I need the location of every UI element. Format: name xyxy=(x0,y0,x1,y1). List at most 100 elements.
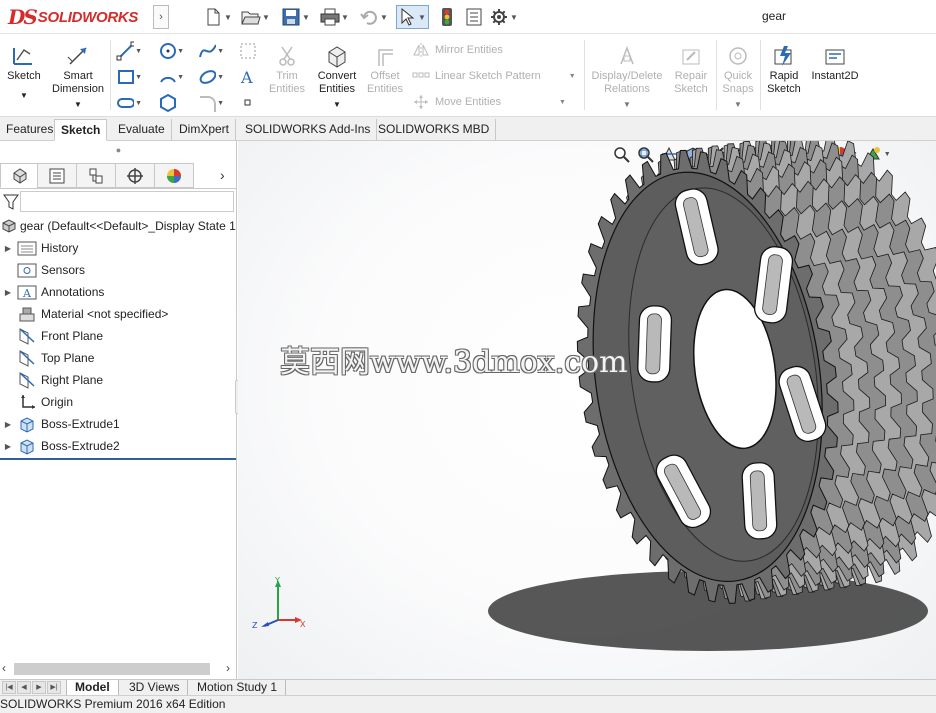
chevron-down-icon[interactable]: ▼ xyxy=(217,100,224,107)
tree-item-origin[interactable]: Origin xyxy=(0,391,237,413)
undo-button[interactable]: ▼ xyxy=(359,6,388,28)
tree-item-right-plane[interactable]: Right Plane xyxy=(0,369,237,391)
tab-solidworks-mbd[interactable]: SOLIDWORKS MBD xyxy=(372,119,497,141)
filter-input[interactable] xyxy=(20,191,234,212)
expand-arrow-icon[interactable]: ▶ xyxy=(0,288,16,297)
spline-tool[interactable]: ▼ xyxy=(198,40,224,62)
tab-sketch[interactable]: Sketch xyxy=(54,119,108,141)
new-document-button[interactable]: ▼ xyxy=(203,6,232,28)
move-entities-button[interactable]: Move Entities ▼ xyxy=(410,94,566,110)
chevron-down-icon[interactable]: ▼ xyxy=(302,13,310,22)
chevron-down-icon[interactable]: ▼ xyxy=(718,98,758,111)
select-button[interactable]: ▼ xyxy=(396,5,429,29)
open-button[interactable]: ▼ xyxy=(241,6,270,28)
chevron-down-icon[interactable]: ▼ xyxy=(588,98,666,111)
tab-3d-views[interactable]: 3D Views xyxy=(121,680,189,696)
chevron-down-icon[interactable]: ▼ xyxy=(341,13,349,22)
chevron-down-icon[interactable]: ▼ xyxy=(559,99,566,106)
tree-item-annotations[interactable]: ▶ A Annotations xyxy=(0,281,237,303)
collapse-menu-button[interactable]: › xyxy=(153,5,169,29)
rapid-sketch-button[interactable]: Rapid Sketch xyxy=(764,38,804,96)
rollback-bar[interactable] xyxy=(0,458,236,460)
chevron-right-icon[interactable]: › xyxy=(220,167,225,183)
configurationmanager-tab[interactable] xyxy=(76,163,116,188)
tab-dimxpert[interactable]: DimXpert xyxy=(173,119,237,141)
displaymanager-tab[interactable] xyxy=(154,163,194,188)
quick-snaps-button[interactable]: Quick Snaps ▼ xyxy=(718,38,758,111)
next-tab-icon[interactable]: ▶ xyxy=(32,681,46,694)
dimxpertmanager-tab[interactable] xyxy=(115,163,155,188)
chevron-down-icon[interactable]: ▼ xyxy=(312,98,362,111)
tab-solidworks-add-ins[interactable]: SOLIDWORKS Add-Ins xyxy=(239,119,378,141)
chevron-down-icon[interactable]: ▼ xyxy=(135,100,142,107)
propertymanager-tab[interactable] xyxy=(37,163,77,188)
chevron-down-icon[interactable]: ▼ xyxy=(418,13,426,22)
arc-tool[interactable]: ▼ xyxy=(158,66,184,88)
save-button[interactable]: ▼ xyxy=(281,6,310,28)
tree-item-boss-extrude1[interactable]: ▶ Boss-Extrude1 xyxy=(0,413,237,435)
first-tab-icon[interactable]: |◀ xyxy=(2,681,16,694)
chevron-down-icon[interactable]: ▼ xyxy=(380,13,388,22)
construction-geometry-tool[interactable] xyxy=(238,40,264,62)
tree-item-top-plane[interactable]: Top Plane xyxy=(0,347,237,369)
circle-tool[interactable]: ▼ xyxy=(158,40,184,62)
chevron-down-icon[interactable]: ▼ xyxy=(177,48,184,55)
expand-arrow-icon[interactable]: ▶ xyxy=(0,442,16,451)
ellipse-tool[interactable]: ▼ xyxy=(198,66,224,88)
chevron-down-icon[interactable]: ▼ xyxy=(177,74,184,81)
tree-item-sensors[interactable]: Sensors xyxy=(0,259,237,281)
tree-item-material[interactable]: Material <not specified> xyxy=(0,303,237,325)
point-tool[interactable] xyxy=(238,92,264,114)
display-delete-relations-button[interactable]: Display/Delete Relations ▼ xyxy=(588,38,666,111)
chevron-down-icon[interactable]: ▼ xyxy=(135,48,142,55)
sketch-button[interactable]: Sketch ▼ xyxy=(4,38,44,102)
panel-grip[interactable]: ● xyxy=(0,141,237,159)
tree-item-boss-extrude2[interactable]: ▶ Boss-Extrude2 xyxy=(0,435,237,457)
chevron-down-icon[interactable]: ▼ xyxy=(48,98,108,111)
chevron-down-icon[interactable]: ▼ xyxy=(510,13,518,22)
tab-model[interactable]: Model xyxy=(66,680,119,696)
smart-dimension-button[interactable]: Smart Dimension ▼ xyxy=(48,38,108,111)
text-tool[interactable]: A xyxy=(238,66,264,88)
line-tool[interactable]: ▼ xyxy=(116,40,142,62)
offset-entities-button[interactable]: Offset Entities xyxy=(364,38,406,96)
print-button[interactable]: ▼ xyxy=(320,6,349,28)
solidworks-logo[interactable]: DS SOLIDWORKS xyxy=(8,4,138,30)
file-properties-button[interactable] xyxy=(464,6,484,28)
instant2d-button[interactable]: Instant2D xyxy=(808,38,862,83)
chevron-down-icon[interactable]: ▼ xyxy=(569,73,576,80)
chevron-down-icon[interactable]: ▼ xyxy=(262,13,270,22)
slot-tool[interactable]: ▼ xyxy=(116,92,142,114)
graphics-viewport[interactable]: ▼ ▼ ▼ ▼ ▼ 莫西网www.3dmox.com Y X Z xyxy=(238,141,936,679)
rectangle-tool[interactable]: ▼ xyxy=(116,66,142,88)
trim-entities-button[interactable]: Trim Entities xyxy=(266,38,308,96)
previous-tab-icon[interactable]: ◀ xyxy=(17,681,31,694)
tab-motion-study-1[interactable]: Motion Study 1 xyxy=(189,680,287,696)
mirror-entities-button[interactable]: Mirror Entities xyxy=(410,42,503,58)
chevron-down-icon[interactable]: ▼ xyxy=(217,74,224,81)
expand-arrow-icon[interactable]: ▶ xyxy=(0,244,16,253)
tree-item-history[interactable]: ▶ History xyxy=(0,237,237,259)
fillet-tool[interactable]: ▼ xyxy=(198,92,224,114)
last-tab-icon[interactable]: ▶| xyxy=(47,681,61,694)
scroll-left-icon[interactable]: ‹ xyxy=(2,661,6,675)
tree-root-gear[interactable]: gear (Default<<Default>_Display State 1 xyxy=(0,215,237,237)
horizontal-scrollbar[interactable]: ‹ › xyxy=(0,660,237,678)
scroll-right-icon[interactable]: › xyxy=(226,661,230,675)
linear-sketch-pattern-button[interactable]: Linear Sketch Pattern ▼ xyxy=(410,68,576,84)
rebuild-button[interactable] xyxy=(437,6,457,28)
gear-model[interactable] xyxy=(238,141,936,679)
chevron-down-icon[interactable]: ▼ xyxy=(224,13,232,22)
tab-evaluate[interactable]: Evaluate xyxy=(112,119,172,141)
chevron-down-icon[interactable]: ▼ xyxy=(4,89,44,102)
chevron-down-icon[interactable]: ▼ xyxy=(217,48,224,55)
tab-features[interactable]: Features xyxy=(0,119,61,141)
filter-icon[interactable] xyxy=(3,193,19,214)
convert-entities-button[interactable]: Convert Entities ▼ xyxy=(312,38,362,111)
chevron-down-icon[interactable]: ▼ xyxy=(135,74,142,81)
scrollbar-thumb[interactable] xyxy=(14,663,210,675)
repair-sketch-button[interactable]: Repair Sketch xyxy=(670,38,712,96)
polygon-tool[interactable] xyxy=(158,92,184,114)
options-button[interactable]: ▼ xyxy=(489,6,518,28)
tree-item-front-plane[interactable]: Front Plane xyxy=(0,325,237,347)
